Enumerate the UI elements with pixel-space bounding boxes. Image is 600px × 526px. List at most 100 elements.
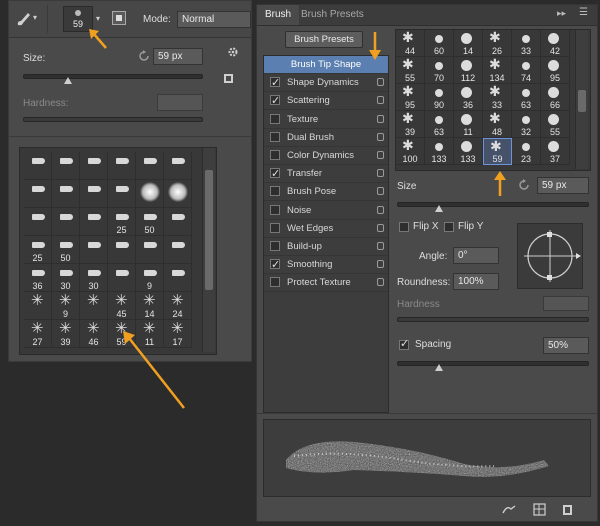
brush-tip-cell[interactable]: 42 [541, 30, 570, 57]
brush-preset-cell[interactable]: 30 [52, 264, 80, 292]
brush-preset-cell[interactable]: 50 [52, 236, 80, 264]
scrollbar-thumb[interactable] [578, 90, 586, 112]
brush-tip-cell[interactable]: 90 [425, 84, 454, 111]
brush-option-texture[interactable]: Texture [264, 111, 388, 129]
brush-preset-cell[interactable]: 50 [136, 208, 164, 236]
brush-option-checkbox[interactable] [270, 165, 280, 183]
brush-preset-cell[interactable] [80, 152, 108, 180]
brush-option-smoothing[interactable]: Smoothing [264, 256, 388, 275]
brush-preset-cell[interactable] [108, 264, 136, 292]
brush-tip-cell[interactable]: 11 [454, 111, 483, 138]
brush-tip-cell[interactable]: 37 [541, 138, 570, 165]
lock-icon[interactable] [377, 242, 384, 250]
brush-preset-cell[interactable] [80, 180, 108, 208]
brush-preset-cell[interactable] [164, 236, 192, 264]
mode-select[interactable]: Normal [177, 11, 251, 28]
brush-tip-cell[interactable]: 39 [396, 110, 425, 138]
brush-preset-cell[interactable]: ✳ 27 [24, 320, 52, 348]
angle-roundness-widget[interactable] [517, 223, 583, 289]
brush-tip-cell[interactable]: 44 [396, 30, 425, 57]
brush-preset-cell[interactable] [24, 152, 52, 180]
brush-preset-cell[interactable] [164, 264, 192, 292]
collapse-icon[interactable]: ▸▸ [557, 8, 566, 19]
lock-icon[interactable] [377, 187, 384, 196]
lock-icon[interactable] [377, 114, 384, 123]
size-input[interactable]: 59 px [537, 177, 589, 194]
lock-icon[interactable] [377, 169, 384, 178]
gear-icon[interactable] [227, 46, 241, 60]
brush-preset-cell[interactable]: ✳ 24 [164, 292, 192, 320]
lock-icon[interactable] [377, 278, 384, 287]
brush-tip-cell[interactable]: 26 [483, 30, 512, 57]
preset-picker-dropdown-icon[interactable]: ▾ [96, 14, 100, 23]
brush-tip-cell[interactable]: 66 [541, 84, 570, 111]
lock-icon[interactable] [377, 205, 384, 214]
brush-option-checkbox[interactable] [270, 241, 280, 251]
tab-brush-presets[interactable]: Brush Presets [293, 5, 372, 25]
brush-option-noise[interactable]: Noise [264, 202, 388, 220]
new-brush-icon[interactable] [561, 503, 575, 517]
brush-option-checkbox[interactable] [270, 92, 280, 110]
brush-preset-cell[interactable]: 36 [24, 264, 52, 292]
scrollbar-thumb[interactable] [205, 170, 213, 290]
panel-menu-icon[interactable]: ☰ [579, 7, 588, 18]
brush-tip-cell[interactable]: 74 [512, 57, 541, 84]
tip-grid-scrollbar[interactable] [575, 30, 588, 169]
roundness-input[interactable]: 100% [453, 273, 499, 290]
brush-option-color-dynamics[interactable]: Color Dynamics [264, 147, 388, 165]
brush-preset-cell[interactable] [80, 236, 108, 264]
brush-preset-cell[interactable] [24, 208, 52, 236]
brush-preset-cell[interactable]: 9 [136, 264, 164, 292]
reset-size-icon[interactable] [137, 49, 151, 63]
brush-preset-cell[interactable] [164, 180, 192, 208]
brush-option-shape-dynamics[interactable]: Shape Dynamics [264, 74, 388, 93]
brush-tip-cell[interactable]: 33 [512, 30, 541, 57]
brush-preset-cell[interactable] [52, 180, 80, 208]
brush-tip-cell[interactable]: 100 [396, 137, 425, 165]
lock-icon[interactable] [377, 260, 384, 269]
brush-tip-cell[interactable]: 55 [541, 111, 570, 138]
angle-input[interactable]: 0° [453, 247, 499, 264]
brush-presets-button[interactable]: Brush Presets [285, 31, 363, 48]
brush-preset-cell[interactable] [52, 152, 80, 180]
brush-option-checkbox[interactable] [270, 256, 280, 274]
brush-option-checkbox[interactable] [270, 186, 280, 197]
brush-option-build-up[interactable]: Build-up [264, 238, 388, 256]
brush-tip-cell[interactable]: 112 [454, 57, 483, 84]
brush-option-checkbox[interactable] [270, 277, 280, 288]
brush-preset-cell[interactable] [80, 208, 108, 236]
toggle-hard-proofing-icon[interactable] [501, 503, 517, 517]
brush-preset-cell[interactable] [52, 208, 80, 236]
brush-tip-cell[interactable]: 63 [425, 111, 454, 138]
brush-option-dual-brush[interactable]: Dual Brush [264, 129, 388, 147]
lock-icon[interactable] [377, 96, 384, 105]
size-slider-track[interactable] [397, 202, 589, 207]
grid-icon[interactable] [533, 503, 547, 517]
brush-tip-cell[interactable]: 33 [483, 83, 512, 111]
brush-preset-cell[interactable]: ✳ [24, 292, 52, 320]
brush-preset-cell[interactable]: 25 [108, 208, 136, 236]
brush-preset-cell[interactable]: ✳ 14 [136, 292, 164, 320]
brush-tip-cell[interactable]: 48 [483, 110, 512, 138]
brush-tip-cell[interactable]: 60 [425, 30, 454, 57]
reset-size-icon[interactable] [517, 178, 531, 192]
presets-scrollbar[interactable] [202, 148, 215, 352]
brush-tip-cell[interactable]: 23 [512, 138, 541, 165]
size-slider-thumb[interactable] [64, 77, 72, 84]
brush-tip-cell[interactable]: 59 [483, 138, 512, 165]
brush-preset-cell[interactable] [164, 208, 192, 236]
brush-preset-cell[interactable]: 25 [24, 236, 52, 264]
brush-tip-cell[interactable]: 134 [483, 56, 512, 84]
brush-preset-cell[interactable]: ✳ [80, 292, 108, 320]
spacing-slider-thumb[interactable] [435, 364, 444, 371]
brush-tip-cell[interactable]: 95 [541, 57, 570, 84]
brush-preset-cell[interactable] [136, 180, 164, 208]
brush-preset-cell[interactable]: ✳ 9 [52, 292, 80, 320]
brush-option-wet-edges[interactable]: Wet Edges [264, 220, 388, 238]
brush-preset-cell[interactable] [108, 152, 136, 180]
tool-dropdown-icon[interactable]: ▾ [33, 13, 37, 22]
size-input[interactable]: 59 px [153, 48, 203, 65]
spacing-input[interactable]: 50% [543, 337, 589, 354]
lock-icon[interactable] [377, 132, 384, 141]
brush-option-scattering[interactable]: Scattering [264, 92, 388, 111]
